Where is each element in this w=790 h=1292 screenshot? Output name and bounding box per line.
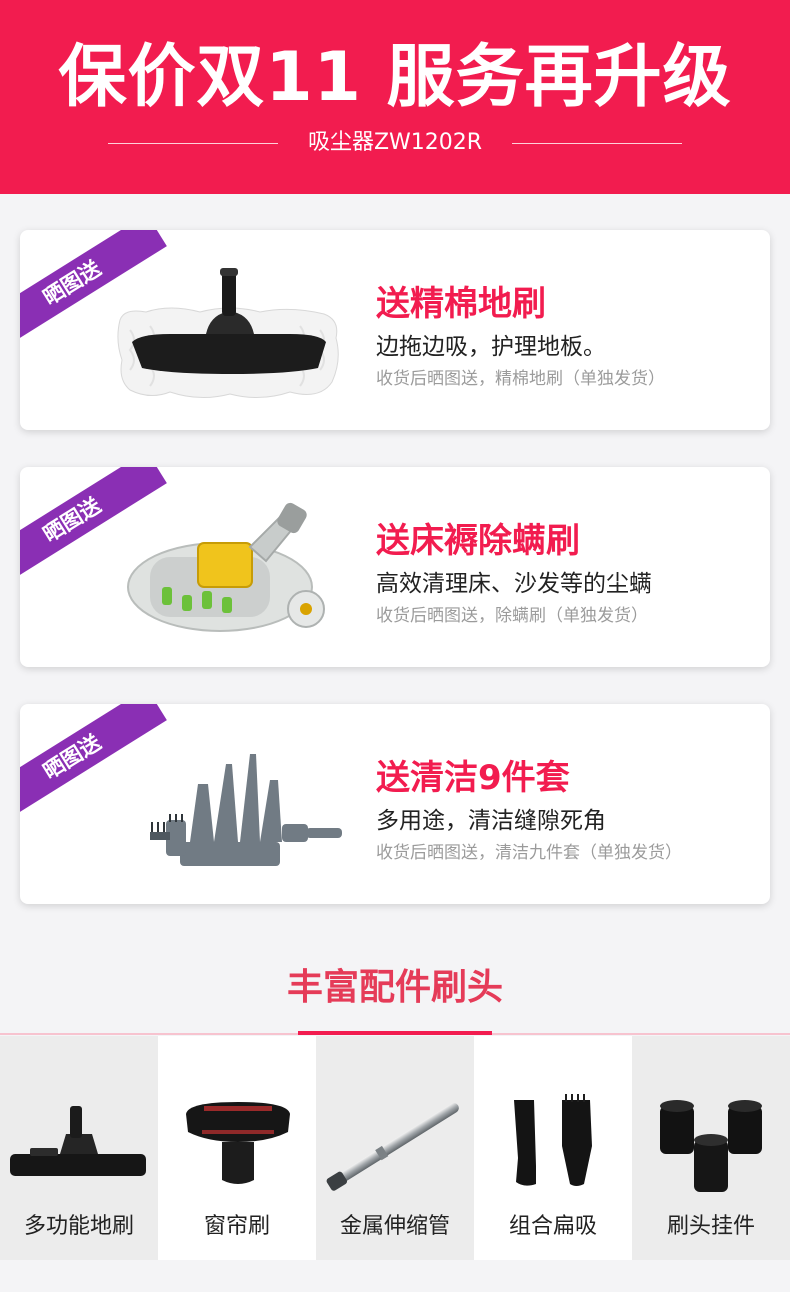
telescopic-tube-image [326, 1103, 459, 1191]
accessory-label: 多功能地刷 [23, 1214, 134, 1239]
accessory-label: 窗帘刷 [203, 1214, 270, 1239]
gift-description: 边拖边吸，护理地板。 [376, 334, 606, 360]
accessory-item-crevice-tool[interactable]: 组合扁吸 [474, 1036, 632, 1260]
cleaning-kit-image [150, 754, 342, 866]
floor-brush-image [10, 1106, 146, 1176]
accessory-item-floor-brush[interactable]: 多功能地刷 [0, 1036, 158, 1260]
gift-note: 收货后晒图送，除螨刷（单独发货） [376, 606, 648, 626]
mop-brush-image [117, 268, 339, 398]
gift-title: 送精棉地刷 [376, 284, 546, 324]
gift-description: 高效清理床、沙发等的尘螨 [376, 571, 652, 597]
accessory-label: 组合扁吸 [508, 1214, 597, 1239]
tool-holder-image [660, 1100, 762, 1192]
accessories-heading: 丰富配件刷头 [286, 967, 503, 1008]
gift-card-cleaning-kit[interactable]: 晒图送 送清洁9件套 多用途，清洁缝隙死角 收货后晒图送，清洁九件套（单独发货） [20, 704, 770, 904]
mite-brush-image [127, 502, 325, 632]
gift-note: 收货后晒图送，精棉地刷（单独发货） [376, 369, 665, 389]
accessory-label: 刷头挂件 [666, 1214, 755, 1239]
gift-title: 送床褥除螨刷 [376, 521, 580, 561]
accessory-grid: 多功能地刷 窗帘刷 金属伸缩管 组合扁吸 刷头挂件 [0, 1036, 790, 1260]
promo-header: 保价双11 服务再升级 吸尘器ZW1202R [0, 0, 790, 194]
gift-card-floor-brush[interactable]: 晒图送 送精棉地刷 边拖边吸，护理地板。 收货后晒图送，精棉地刷（单独发货） [20, 230, 770, 430]
gift-card-mite-brush[interactable]: 晒图送 送床褥除螨刷 高效清理床、沙发等的尘螨 收货后晒图送，除螨刷（单独发货） [20, 467, 770, 667]
gift-note: 收货后晒图送，清洁九件套（单独发货） [376, 843, 682, 863]
accessory-item-curtain-brush[interactable]: 窗帘刷 [158, 1036, 316, 1260]
crevice-tool-image [514, 1094, 592, 1186]
promo-title: 保价双11 服务再升级 [58, 38, 732, 117]
accessory-item-tool-holder[interactable]: 刷头挂件 [632, 1036, 790, 1260]
curtain-brush-image [186, 1102, 290, 1184]
accessory-item-telescopic-tube[interactable]: 金属伸缩管 [316, 1036, 474, 1260]
gift-description: 多用途，清洁缝隙死角 [376, 808, 606, 834]
divider-line [512, 143, 682, 144]
heading-underline [298, 1031, 492, 1035]
gift-title: 送清洁9件套 [376, 758, 570, 798]
accessory-label: 金属伸缩管 [339, 1214, 450, 1239]
